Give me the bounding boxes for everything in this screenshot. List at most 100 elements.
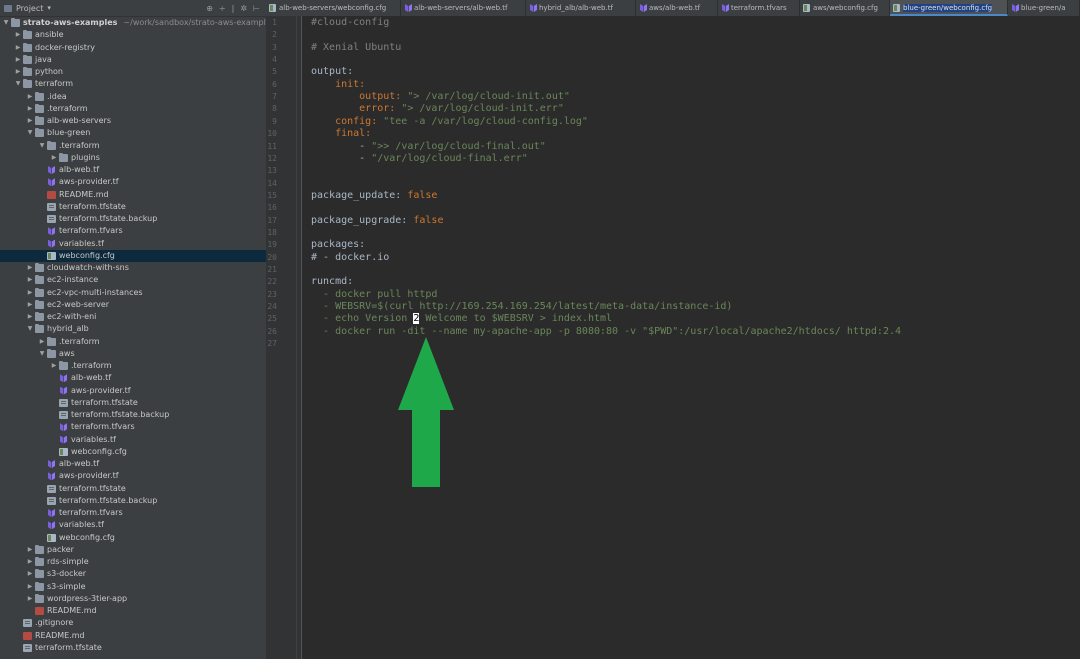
chevron-right-icon[interactable]: ▶ [26, 544, 34, 556]
tree-folder[interactable]: ▶ .terraform [0, 103, 266, 115]
chevron-right-icon[interactable]: ▶ [26, 103, 34, 115]
chevron-right-icon[interactable]: ▶ [26, 262, 34, 274]
chevron-down-icon[interactable]: ▼ [26, 127, 34, 139]
chevron-right-icon[interactable]: ▶ [26, 593, 34, 605]
code-line[interactable]: #cloud-config [311, 17, 389, 29]
hide-icon[interactable]: ⊢ [253, 4, 260, 13]
editor-tab[interactable]: blue-green/a [1008, 0, 1080, 16]
code-line[interactable]: # - docker.io [311, 252, 389, 264]
code-line[interactable]: package_upgrade: false [311, 215, 443, 227]
code-editor[interactable]: 1 2 3 4 5 6 7 8 9 10 11 12 13 14 15 16 17 18 19 20 21 22 23 24 2… [266, 16, 1080, 659]
chevron-down-icon[interactable]: ▼ [14, 78, 22, 90]
tree-folder[interactable]: ▼ hybrid_alb [0, 323, 266, 335]
tree-file[interactable]: webconfig.cfg [0, 249, 266, 262]
tree-file[interactable]: aws-provider.tf [0, 470, 266, 482]
tree-file[interactable]: terraform.tfstate [0, 201, 266, 213]
tree-folder[interactable]: ▶ ec2-vpc-multi-instances [0, 287, 266, 299]
chevron-right-icon[interactable]: ▶ [26, 115, 34, 127]
tree-folder[interactable]: ▶ java [0, 54, 266, 66]
collapse-icon[interactable]: ÷ [219, 4, 226, 13]
code-line[interactable]: final: [311, 128, 371, 140]
editor-tab[interactable]: alb-web-servers/alb-web.tf [401, 0, 526, 16]
tree-folder[interactable]: ▶ .terraform [0, 360, 266, 372]
tree-folder[interactable]: ▶ alb-web-servers [0, 115, 266, 127]
tree-folder[interactable]: ▶ .idea [0, 91, 266, 103]
tree-file[interactable]: aws-provider.tf [0, 385, 266, 397]
editor-tab[interactable]: alb-web-servers/webconfig.cfg [266, 0, 401, 16]
tree-folder[interactable]: ▶ python [0, 66, 266, 78]
code-line[interactable]: error: "> /var/log/cloud-init.err" [311, 103, 564, 115]
code-line[interactable]: - docker run -dit --name my-apache-app -… [311, 326, 901, 338]
tree-file[interactable]: variables.tf [0, 519, 266, 531]
code-line[interactable]: - WEBSRV=$(curl http://169.254.169.254/l… [311, 301, 732, 313]
tree-folder[interactable]: ▶ .terraform [0, 336, 266, 348]
code-line[interactable]: - "/var/log/cloud-final.err" [311, 153, 528, 165]
tree-root[interactable]: ▼ strato-aws-examples ~/work/sandbox/stra… [0, 17, 266, 29]
chevron-down-icon[interactable]: ▾ [47, 4, 51, 12]
tree-folder[interactable]: ▼ blue-green [0, 127, 266, 139]
chevron-right-icon[interactable]: ▶ [26, 581, 34, 593]
code-line[interactable]: # Xenial Ubuntu [311, 42, 401, 54]
tree-file[interactable]: terraform.tfstate.backup [0, 495, 266, 507]
chevron-right-icon[interactable]: ▶ [14, 54, 22, 66]
tree-file[interactable]: .gitignore [0, 617, 266, 629]
tree-file[interactable]: terraform.tfvars [0, 225, 266, 237]
tree-folder[interactable]: ▼ terraform [0, 78, 266, 90]
chevron-down-icon[interactable]: ▼ [26, 323, 34, 335]
chevron-right-icon[interactable]: ▶ [14, 42, 22, 54]
code-line[interactable]: config: "tee -a /var/log/cloud-config.lo… [311, 116, 588, 128]
tree-folder[interactable]: ▶ wordpress-3tier-app [0, 593, 266, 605]
tree-file[interactable]: aws-provider.tf [0, 176, 266, 188]
code-line[interactable]: - ">> /var/log/cloud-final.out" [311, 141, 546, 153]
tree-folder[interactable]: ▶ ec2-web-server [0, 299, 266, 311]
tree-file[interactable]: alb-web.tf [0, 372, 266, 384]
tree-file[interactable]: terraform.tfvars [0, 507, 266, 519]
tree-file[interactable]: alb-web.tf [0, 164, 266, 176]
editor-tab[interactable]: terraform.tfvars [718, 0, 800, 16]
tree-folder[interactable]: ▼ .terraform [0, 140, 266, 152]
chevron-right-icon[interactable]: ▶ [26, 274, 34, 286]
chevron-right-icon[interactable]: ▶ [26, 568, 34, 580]
tree-folder[interactable]: ▶ s3-simple [0, 581, 266, 593]
chevron-right-icon[interactable]: ▶ [26, 91, 34, 103]
code-line[interactable]: runcmd: [311, 276, 353, 288]
tree-folder[interactable]: ▶ s3-docker [0, 568, 266, 580]
tree-file[interactable]: webconfig.cfg [0, 532, 266, 544]
code-line[interactable]: - docker pull httpd [311, 289, 437, 301]
project-title[interactable]: Project [16, 4, 43, 13]
editor-tab[interactable]: hybrid_alb/alb-web.tf [526, 0, 636, 16]
code-line[interactable]: output: [311, 66, 353, 78]
chevron-right-icon[interactable]: ▶ [50, 360, 58, 372]
editor-tab[interactable]: blue-green/webconfig.cfg [890, 0, 1008, 16]
editor-tab[interactable]: aws/alb-web.tf [636, 0, 718, 16]
tree-file[interactable]: alb-web.tf [0, 458, 266, 470]
gear-icon[interactable]: ✲ [240, 4, 247, 13]
tree-file[interactable]: README.md [0, 189, 266, 201]
tree-folder[interactable]: ▶ ec2-instance [0, 274, 266, 286]
chevron-right-icon[interactable]: ▶ [26, 556, 34, 568]
tree-file[interactable]: README.md [0, 630, 266, 642]
chevron-right-icon[interactable]: ▶ [14, 29, 22, 41]
chevron-right-icon[interactable]: ▶ [38, 336, 46, 348]
chevron-down-icon[interactable]: ▼ [38, 140, 46, 152]
tree-file[interactable]: terraform.tfstate [0, 642, 266, 654]
tree-file[interactable]: terraform.tfstate.backup [0, 213, 266, 225]
project-header[interactable]: Project ▾ ⊕ ÷ | ✲ ⊢ [0, 0, 266, 17]
code-line[interactable]: packages: [311, 239, 365, 251]
chevron-right-icon[interactable]: ▶ [14, 66, 22, 78]
tree-folder[interactable]: ▶ ansible [0, 29, 266, 41]
tree-folder[interactable]: ▶ ec2-with-eni [0, 311, 266, 323]
code-line[interactable]: output: "> /var/log/cloud-init.out" [311, 91, 570, 103]
code-line[interactable]: init: [311, 79, 365, 91]
tree-file[interactable]: terraform.tfstate [0, 397, 266, 409]
tree-file[interactable]: variables.tf [0, 238, 266, 250]
sync-icon[interactable]: ⊕ [206, 4, 213, 13]
chevron-right-icon[interactable]: ▶ [26, 287, 34, 299]
editor-tab[interactable]: aws/webconfig.cfg [800, 0, 890, 16]
tree-file[interactable]: webconfig.cfg [0, 446, 266, 458]
tree-folder[interactable]: ▶ packer [0, 544, 266, 556]
chevron-right-icon[interactable]: ▶ [50, 152, 58, 164]
chevron-down-icon[interactable]: ▼ [38, 348, 46, 360]
chevron-down-icon[interactable]: ▼ [2, 17, 10, 29]
tree-folder[interactable]: ▶ rds-simple [0, 556, 266, 568]
